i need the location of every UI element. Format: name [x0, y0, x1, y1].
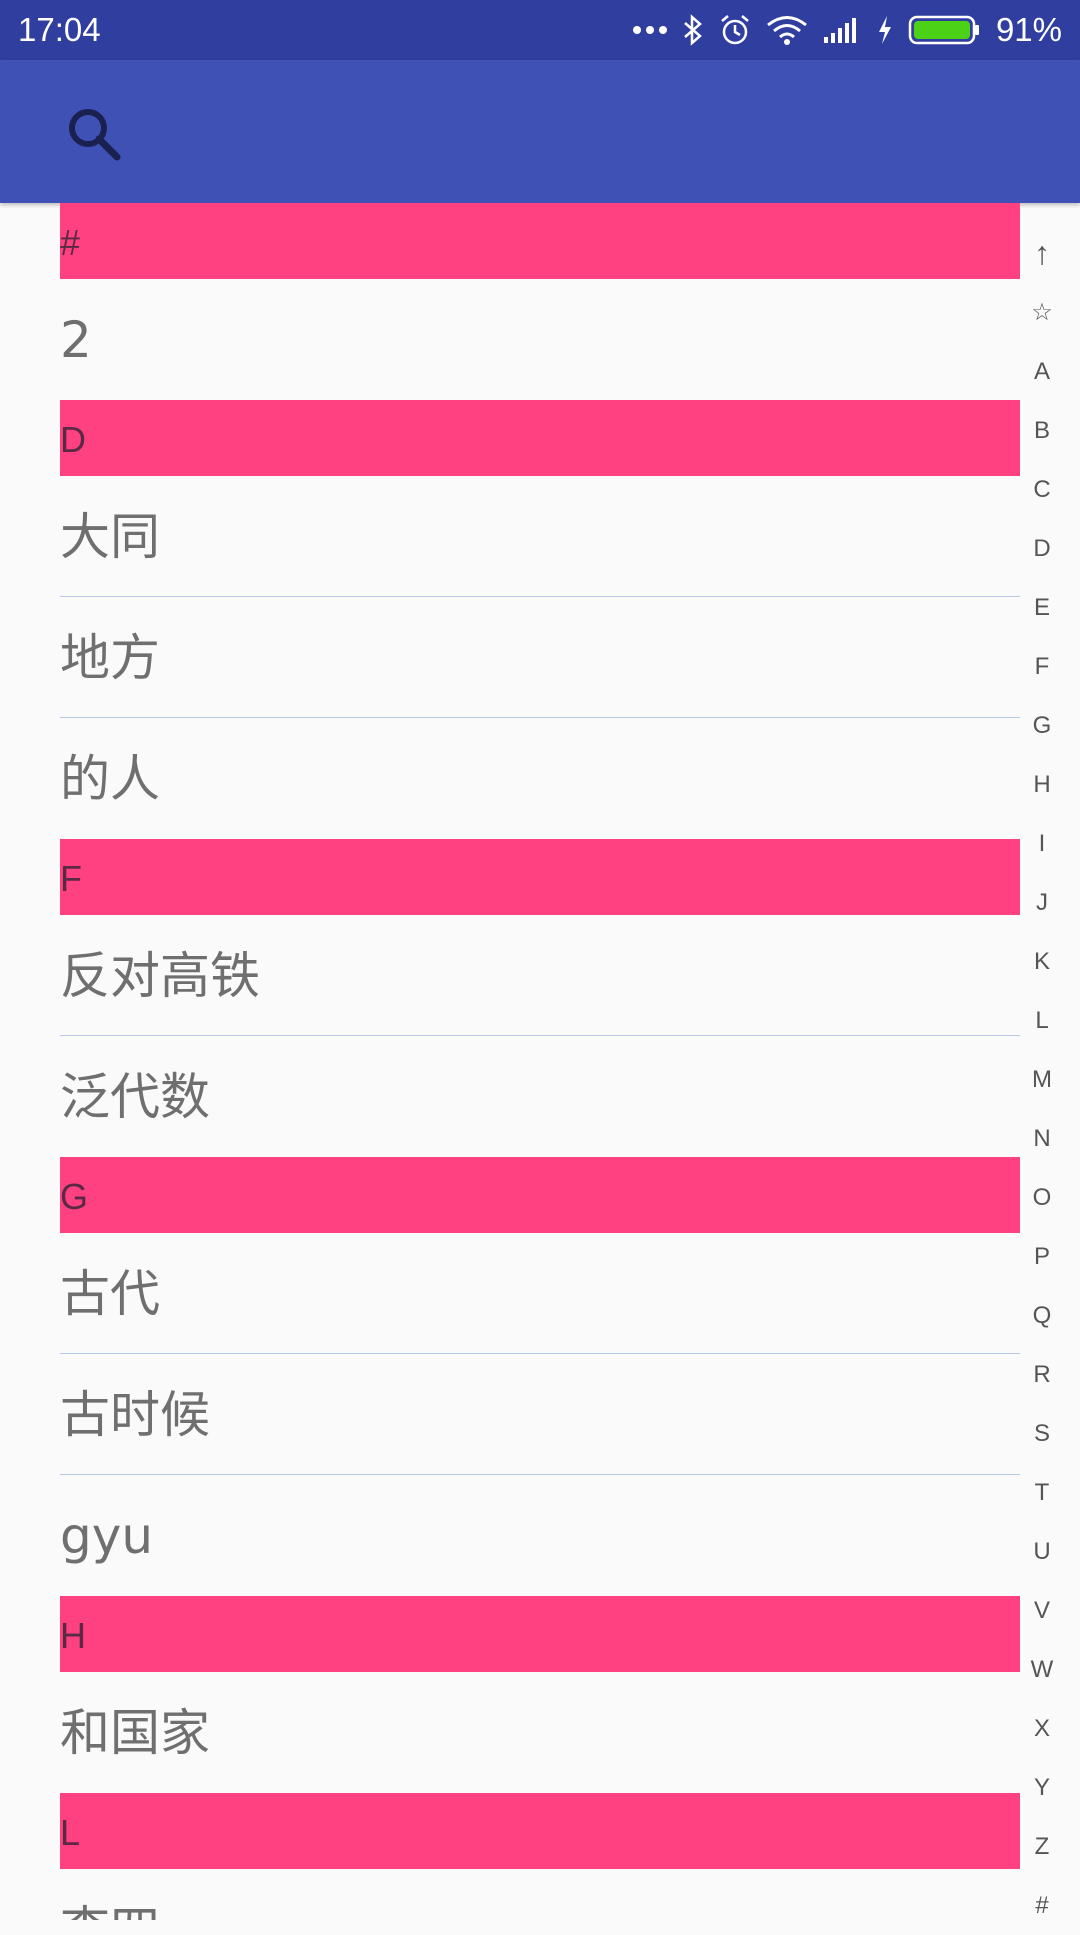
- item-label: 的人: [60, 750, 160, 808]
- item-label: 和国家: [60, 1704, 210, 1762]
- section-header: H: [60, 1596, 1020, 1672]
- index-letter-u[interactable]: U: [1020, 1522, 1064, 1581]
- index-letter-j[interactable]: J: [1020, 873, 1064, 932]
- list-item[interactable]: 2: [60, 279, 1020, 400]
- status-icons: 91%: [632, 0, 1062, 60]
- index-letter-b[interactable]: B: [1020, 401, 1064, 460]
- item-label: 泛代数: [60, 1068, 210, 1126]
- alphabet-index-bar[interactable]: ↑ ☆ A B C D E F G H I J K L M N O P Q R …: [1020, 224, 1064, 1920]
- item-label: 大同: [60, 508, 160, 566]
- index-letter-k[interactable]: K: [1020, 932, 1064, 991]
- index-letter-n[interactable]: N: [1020, 1109, 1064, 1168]
- list-item[interactable]: 大同: [60, 476, 1020, 597]
- index-letter-g[interactable]: G: [1020, 696, 1064, 755]
- list-item[interactable]: gyu: [60, 1475, 1020, 1596]
- index-hash[interactable]: #: [1020, 1876, 1064, 1935]
- item-label: 李四: [60, 1869, 160, 1920]
- list-item[interactable]: 古时候: [60, 1354, 1020, 1475]
- index-letter-c[interactable]: C: [1020, 460, 1064, 519]
- section-header: F: [60, 839, 1020, 915]
- contact-list[interactable]: # 2 D 大同 地方 的人 F 反对高铁 泛代数 G 古代 古时候 gyu H…: [60, 203, 1020, 1920]
- index-letter-l[interactable]: L: [1020, 991, 1064, 1050]
- index-letter-t[interactable]: T: [1020, 1463, 1064, 1522]
- list-item[interactable]: 泛代数: [60, 1036, 1020, 1157]
- bluetooth-icon: [682, 14, 704, 46]
- index-letter-z[interactable]: Z: [1020, 1817, 1064, 1876]
- section-letter: F: [60, 858, 82, 899]
- item-label: gyu: [60, 1507, 154, 1565]
- alarm-icon: [718, 13, 752, 47]
- item-label: 地方: [60, 629, 160, 687]
- index-letter-q[interactable]: Q: [1020, 1286, 1064, 1345]
- section-header: G: [60, 1157, 1020, 1233]
- index-star[interactable]: ☆: [1020, 283, 1064, 342]
- status-bar: 17:04 91%: [0, 0, 1080, 60]
- wifi-icon: [766, 14, 808, 46]
- search-button[interactable]: [60, 100, 130, 170]
- index-letter-h[interactable]: H: [1020, 755, 1064, 814]
- section-letter: H: [60, 1615, 86, 1656]
- section-letter: G: [60, 1176, 89, 1217]
- index-letter-x[interactable]: X: [1020, 1699, 1064, 1758]
- search-icon: [69, 109, 121, 161]
- index-letter-p[interactable]: P: [1020, 1227, 1064, 1286]
- item-label: 反对高铁: [60, 947, 260, 1005]
- battery-icon: [908, 14, 982, 46]
- app-toolbar: [0, 60, 1080, 203]
- index-top-arrow[interactable]: ↑: [1020, 224, 1064, 283]
- list-item[interactable]: 和国家: [60, 1672, 1020, 1793]
- index-letter-r[interactable]: R: [1020, 1345, 1064, 1404]
- index-letter-f[interactable]: F: [1020, 637, 1064, 696]
- section-letter: D: [60, 419, 86, 460]
- index-letter-i[interactable]: I: [1020, 814, 1064, 873]
- index-letter-m[interactable]: M: [1020, 1050, 1064, 1109]
- section-letter: #: [60, 222, 81, 263]
- item-label: 古时候: [60, 1386, 210, 1444]
- charging-icon: [876, 14, 894, 46]
- index-letter-s[interactable]: S: [1020, 1404, 1064, 1463]
- signal-icon: [822, 15, 862, 45]
- section-letter: L: [60, 1812, 81, 1853]
- index-letter-y[interactable]: Y: [1020, 1758, 1064, 1817]
- index-letter-o[interactable]: O: [1020, 1168, 1064, 1227]
- section-header: L: [60, 1793, 1020, 1869]
- item-label: 古代: [60, 1265, 160, 1323]
- battery-percent: 91%: [995, 11, 1062, 48]
- status-time: 17:04: [18, 11, 101, 48]
- item-label: 2: [60, 311, 92, 369]
- list-item[interactable]: 的人: [60, 718, 1020, 839]
- index-letter-a[interactable]: A: [1020, 342, 1064, 401]
- section-header: D: [60, 400, 1020, 476]
- index-letter-w[interactable]: W: [1020, 1640, 1064, 1699]
- index-letter-v[interactable]: V: [1020, 1581, 1064, 1640]
- index-letter-e[interactable]: E: [1020, 578, 1064, 637]
- list-item[interactable]: 地方: [60, 597, 1020, 718]
- section-header: #: [60, 203, 1020, 279]
- more-dots-icon: [632, 24, 668, 36]
- list-item[interactable]: 古代: [60, 1233, 1020, 1354]
- list-item[interactable]: 反对高铁: [60, 915, 1020, 1036]
- index-letter-d[interactable]: D: [1020, 519, 1064, 578]
- list-item[interactable]: 李四: [60, 1869, 1020, 1920]
